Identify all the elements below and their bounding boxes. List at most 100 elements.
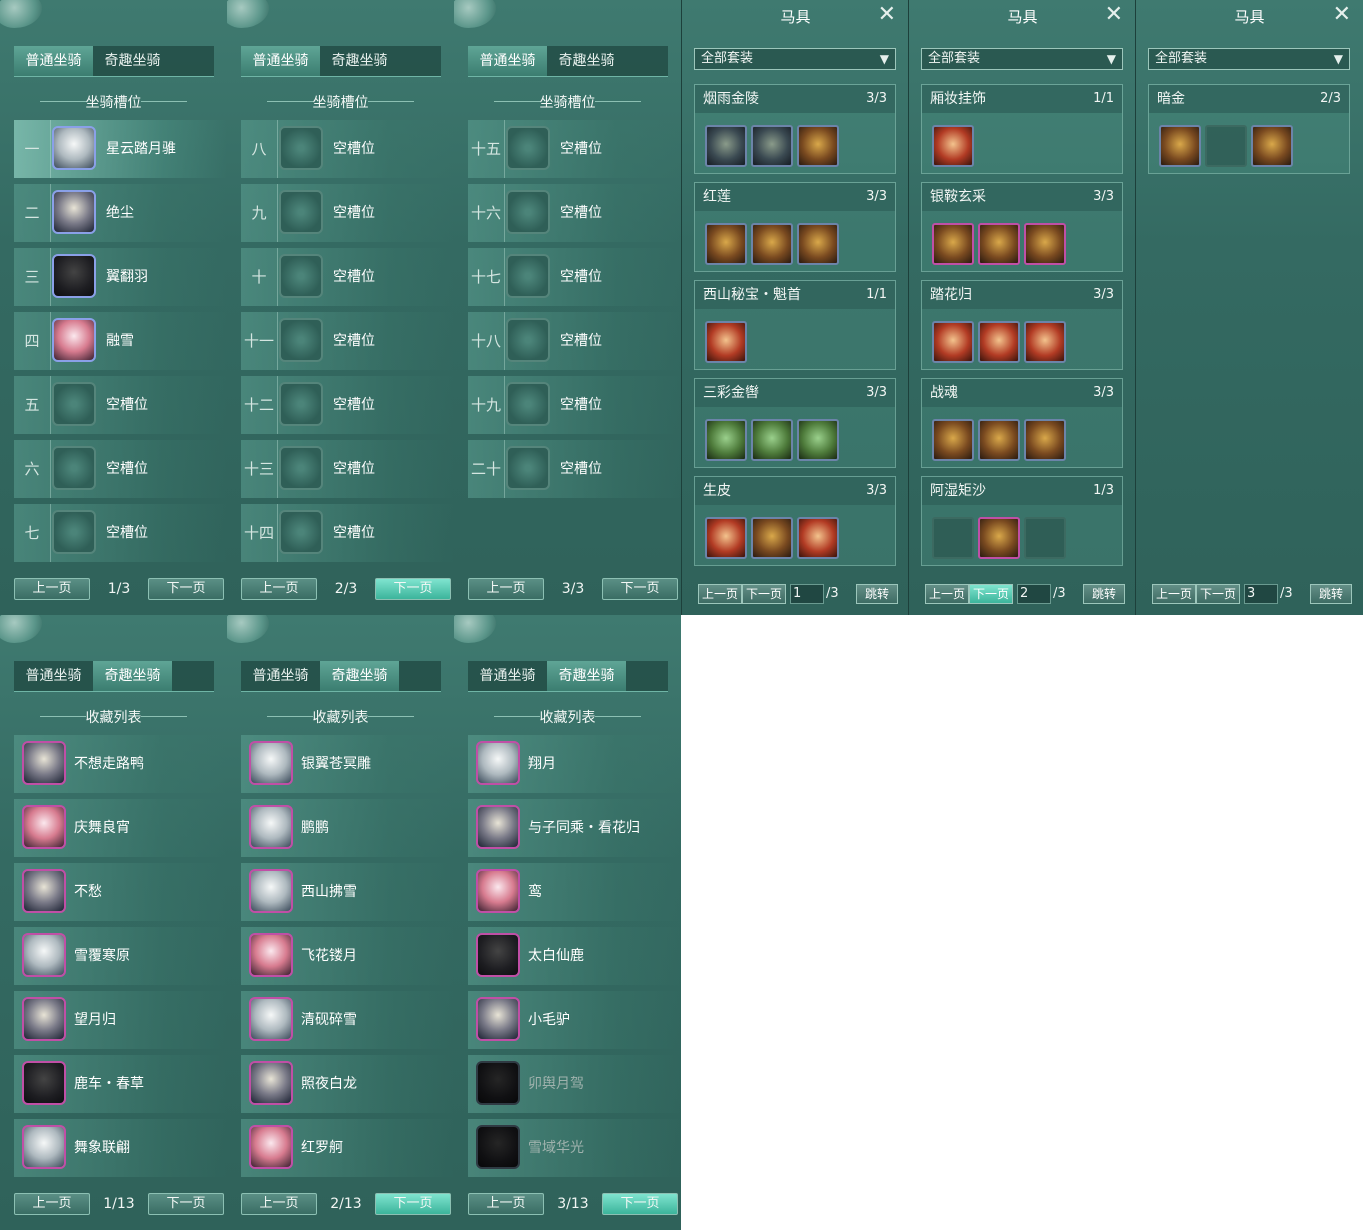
tab-normal-mount[interactable]: 普通坐骑: [468, 661, 547, 691]
gear-item-icon[interactable]: [932, 321, 974, 363]
gear-item-icon[interactable]: [1251, 125, 1293, 167]
gear-item-icon[interactable]: [978, 419, 1020, 461]
gear-set[interactable]: 红莲 3/3: [694, 182, 896, 272]
gear-item-icon[interactable]: [705, 223, 747, 265]
slot-row[interactable]: 十八 空槽位: [468, 312, 681, 370]
gear-item-icon[interactable]: [797, 419, 839, 461]
page-input[interactable]: 3: [1244, 584, 1278, 604]
gear-item-icon[interactable]: [751, 125, 793, 167]
slot-row[interactable]: 二 绝尘: [14, 184, 227, 242]
prev-page-button[interactable]: 上一页: [468, 578, 544, 600]
gear-item-icon[interactable]: [705, 321, 747, 363]
slot-row[interactable]: 十 空槽位: [241, 248, 454, 306]
gear-item-icon[interactable]: [978, 517, 1020, 559]
list-item[interactable]: 庆舞良宵: [14, 799, 227, 857]
prev-page-button[interactable]: 上一页: [241, 1193, 317, 1215]
jump-button[interactable]: 跳转: [1310, 584, 1352, 604]
gear-item-icon[interactable]: [932, 125, 974, 167]
gear-set[interactable]: 银鞍玄采 3/3: [921, 182, 1123, 272]
page-input[interactable]: 2: [1017, 584, 1051, 604]
gear-item-icon[interactable]: [705, 125, 747, 167]
gear-item-icon[interactable]: [1024, 321, 1066, 363]
jump-button[interactable]: 跳转: [856, 584, 898, 604]
slot-row[interactable]: 十二 空槽位: [241, 376, 454, 434]
tab-normal-mount[interactable]: 普通坐骑: [14, 46, 93, 76]
gear-set[interactable]: 西山秘宝・魁首 1/1: [694, 280, 896, 370]
list-item[interactable]: 照夜白龙: [241, 1055, 454, 1113]
list-item[interactable]: 鹏鹏: [241, 799, 454, 857]
tab-fun-mount[interactable]: 奇趣坐骑: [320, 661, 399, 691]
gear-set[interactable]: 烟雨金陵 3/3: [694, 84, 896, 174]
next-page-button[interactable]: 下一页: [742, 584, 786, 604]
gear-item-icon[interactable]: [797, 223, 839, 265]
slot-row[interactable]: 一 星云踏月骓: [14, 120, 227, 178]
tab-fun-mount[interactable]: 奇趣坐骑: [93, 661, 172, 691]
list-item[interactable]: 飞花镂月: [241, 927, 454, 985]
tab-fun-mount[interactable]: 奇趣坐骑: [93, 46, 172, 76]
slot-row[interactable]: 四 融雪: [14, 312, 227, 370]
gear-item-icon[interactable]: [1159, 125, 1201, 167]
next-page-button[interactable]: 下一页: [969, 584, 1013, 604]
prev-page-button[interactable]: 上一页: [14, 578, 90, 600]
list-item[interactable]: 鸾: [468, 863, 681, 921]
list-item[interactable]: 不想走路鸭: [14, 735, 227, 793]
list-item[interactable]: 红罗舸: [241, 1119, 454, 1177]
slot-row[interactable]: 十五 空槽位: [468, 120, 681, 178]
slot-row[interactable]: 十九 空槽位: [468, 376, 681, 434]
prev-page-button[interactable]: 上一页: [925, 584, 969, 604]
gear-set[interactable]: 厢妆挂饰 1/1: [921, 84, 1123, 174]
list-item[interactable]: 清砚碎雪: [241, 991, 454, 1049]
gear-item-icon[interactable]: [978, 223, 1020, 265]
list-item[interactable]: 银翼苍冥雕: [241, 735, 454, 793]
gear-set[interactable]: 生皮 3/3: [694, 476, 896, 566]
next-page-button[interactable]: 下一页: [148, 1193, 224, 1215]
next-page-button[interactable]: 下一页: [375, 1193, 451, 1215]
slot-row[interactable]: 十三 空槽位: [241, 440, 454, 498]
next-page-button[interactable]: 下一页: [602, 578, 678, 600]
list-item[interactable]: 与子同乘・看花归: [468, 799, 681, 857]
gear-item-icon[interactable]: [932, 223, 974, 265]
slot-row[interactable]: 八 空槽位: [241, 120, 454, 178]
list-item[interactable]: 鹿车・春草: [14, 1055, 227, 1113]
prev-page-button[interactable]: 上一页: [1152, 584, 1196, 604]
gear-set[interactable]: 战魂 3/3: [921, 378, 1123, 468]
slot-row[interactable]: 十四 空槽位: [241, 504, 454, 562]
gear-item-icon[interactable]: [705, 419, 747, 461]
tab-normal-mount[interactable]: 普通坐骑: [14, 661, 93, 691]
gear-item-icon[interactable]: [751, 419, 793, 461]
list-item[interactable]: 雪域华光: [468, 1119, 681, 1177]
list-item[interactable]: 望月归: [14, 991, 227, 1049]
tab-normal-mount[interactable]: 普通坐骑: [241, 46, 320, 76]
next-page-button[interactable]: 下一页: [1196, 584, 1240, 604]
gear-set[interactable]: 三彩金辔 3/3: [694, 378, 896, 468]
list-item[interactable]: 舞象联翩: [14, 1119, 227, 1177]
slot-row[interactable]: 二十 空槽位: [468, 440, 681, 498]
slot-row[interactable]: 九 空槽位: [241, 184, 454, 242]
gear-item-icon[interactable]: [1024, 223, 1066, 265]
tab-fun-mount[interactable]: 奇趣坐骑: [547, 661, 626, 691]
next-page-button[interactable]: 下一页: [375, 578, 451, 600]
slot-row[interactable]: 十七 空槽位: [468, 248, 681, 306]
prev-page-button[interactable]: 上一页: [698, 584, 742, 604]
list-item[interactable]: 卯舆月驾: [468, 1055, 681, 1113]
list-item[interactable]: 不愁: [14, 863, 227, 921]
close-icon[interactable]: ✕: [1333, 2, 1351, 27]
prev-page-button[interactable]: 上一页: [14, 1193, 90, 1215]
gear-item-icon[interactable]: [932, 419, 974, 461]
gear-item-icon[interactable]: [751, 223, 793, 265]
gear-set[interactable]: 踏花归 3/3: [921, 280, 1123, 370]
gear-item-icon[interactable]: [1024, 419, 1066, 461]
tab-normal-mount[interactable]: 普通坐骑: [241, 661, 320, 691]
gear-item-icon[interactable]: [751, 517, 793, 559]
slot-row[interactable]: 七 空槽位: [14, 504, 227, 562]
gear-set[interactable]: 暗金 2/3: [1148, 84, 1350, 174]
slot-row[interactable]: 十六 空槽位: [468, 184, 681, 242]
close-icon[interactable]: ✕: [878, 2, 896, 27]
jump-button[interactable]: 跳转: [1083, 584, 1125, 604]
gear-item-icon[interactable]: [978, 321, 1020, 363]
prev-page-button[interactable]: 上一页: [468, 1193, 544, 1215]
page-input[interactable]: 1: [790, 584, 824, 604]
set-filter-dropdown[interactable]: 全部套装 ▼: [1148, 48, 1350, 70]
gear-item-icon[interactable]: [797, 517, 839, 559]
list-item[interactable]: 翔月: [468, 735, 681, 793]
